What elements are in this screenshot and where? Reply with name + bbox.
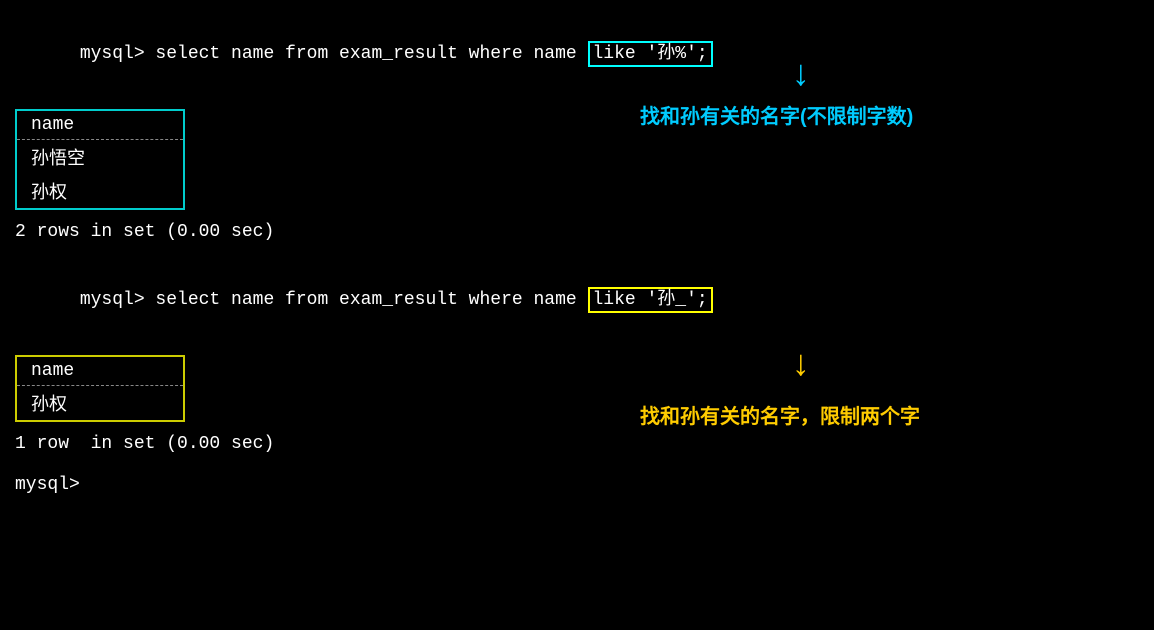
table-row-1-2: 孙权 — [17, 174, 183, 208]
result-text-1: 2 rows in set (0.00 sec) — [15, 222, 1139, 242]
prompt-1: mysql> select name from exam_result wher… — [80, 44, 588, 64]
annotation-cyan: 找和孙有关的名字(不限制字数) — [640, 100, 913, 129]
like-highlight-2: like '孙_'; — [588, 287, 713, 313]
query-section-1: mysql> select name from exam_result wher… — [15, 14, 1139, 242]
query-line-1: mysql> select name from exam_result wher… — [15, 14, 1139, 95]
query-line-2: mysql> select name from exam_result wher… — [15, 260, 1139, 341]
terminal: mysql> select name from exam_result wher… — [0, 0, 1154, 630]
arrow-cyan: ↓ — [790, 55, 812, 96]
arrow-yellow: ↓ — [790, 345, 812, 386]
result-table-2: name 孙权 — [15, 355, 185, 422]
table-row-2-1: 孙权 — [17, 386, 183, 420]
like-highlight-1: like '孙%'; — [588, 41, 713, 67]
final-prompt: mysql> — [15, 472, 1139, 499]
result-table-1: name 孙悟空 孙权 — [15, 109, 185, 210]
annotation-yellow: 找和孙有关的名字，限制两个字 — [640, 400, 920, 429]
prompt-2: mysql> select name from exam_result wher… — [80, 290, 588, 310]
table-row-1-1: 孙悟空 — [17, 140, 183, 174]
table-header-2: name — [17, 357, 183, 386]
table-header-1: name — [17, 111, 183, 140]
result-text-2: 1 row in set (0.00 sec) — [15, 434, 1139, 454]
query-section-2: mysql> select name from exam_result wher… — [15, 260, 1139, 454]
